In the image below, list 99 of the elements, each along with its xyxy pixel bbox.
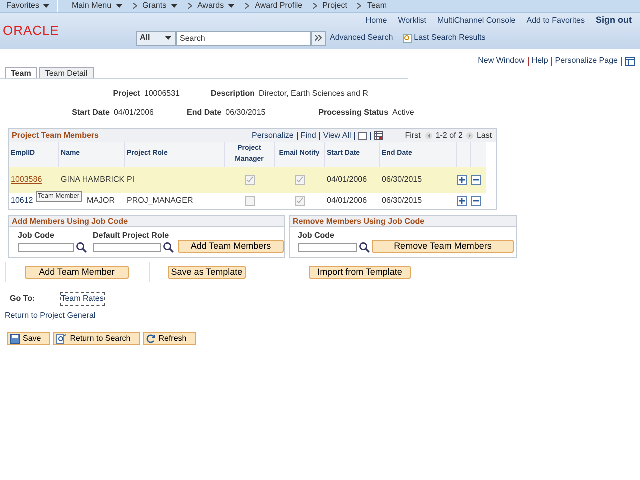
action-button[interactable]: Import from Template — [309, 266, 411, 278]
field-value: Active — [392, 107, 414, 119]
refresh-icon — [146, 334, 156, 344]
goto-label: Go To: — [10, 293, 36, 305]
add-row-button[interactable] — [457, 175, 467, 185]
job-code-field[interactable] — [298, 243, 357, 252]
project-role-field[interactable] — [93, 243, 161, 252]
plus-icon — [459, 177, 465, 183]
breadcrumb-link[interactable]: Main Menu — [72, 0, 123, 12]
floppy-icon — [10, 334, 20, 344]
chevron-icon — [312, 3, 317, 9]
page-link[interactable]: Help — [532, 55, 548, 67]
header-link[interactable]: MultiChannel Console — [437, 15, 516, 27]
breadcrumb-link[interactable]: Awards — [198, 0, 236, 12]
field-label: Default Project Role — [93, 230, 170, 242]
table-cell: 06/30/2015 — [380, 167, 457, 193]
search-page-icon — [56, 334, 68, 344]
chevron-icon — [245, 3, 250, 9]
grid-link[interactable]: Find — [300, 130, 316, 142]
field-value: 06/30/2015 — [226, 107, 266, 119]
toolbar-button[interactable]: Save — [7, 332, 50, 345]
field-label: Job Code — [18, 230, 56, 242]
team-rates-link[interactable]: Team Rates — [60, 292, 105, 306]
breadcrumb-link[interactable]: Team — [367, 0, 388, 12]
search-results-icon — [403, 34, 412, 42]
check-icon — [246, 176, 254, 184]
field-label: Project — [113, 88, 140, 100]
search-field[interactable]: Search — [176, 30, 311, 46]
minus-icon — [473, 198, 479, 204]
page-link[interactable]: Personalize Page — [555, 55, 618, 67]
field-label: End Date — [187, 107, 222, 119]
search-go-button[interactable] — [311, 30, 326, 46]
field-label: Start Date — [72, 107, 110, 119]
field-label: Description — [211, 88, 256, 100]
chevron-icon — [132, 3, 137, 9]
grid-link[interactable]: Personalize — [252, 130, 294, 142]
job-code-field[interactable] — [18, 243, 74, 252]
last-search-results-link[interactable]: Last Search Results — [414, 32, 486, 44]
checkbox[interactable] — [245, 175, 255, 185]
search-icon[interactable] — [163, 242, 174, 253]
toolbar-button[interactable]: Return to Search — [53, 332, 140, 345]
action-button[interactable]: Save as Template — [168, 266, 246, 278]
field-value: 10006531 — [144, 88, 180, 100]
tab[interactable]: Team — [5, 67, 38, 78]
check-icon — [296, 197, 304, 205]
checkbox[interactable] — [295, 196, 305, 206]
row-range: 1-2 of 2 — [436, 130, 463, 142]
search-scope-dropdown[interactable]: All — [136, 30, 176, 46]
panel-title: Add Members Using Job Code — [9, 216, 284, 227]
previous-icon[interactable] — [424, 132, 433, 140]
search-icon[interactable] — [76, 242, 87, 253]
page-link[interactable]: New Window — [478, 55, 525, 67]
first-link[interactable]: First — [405, 130, 421, 142]
double-chevron-icon — [315, 35, 322, 41]
return-link[interactable]: Return to Project General — [5, 310, 640, 322]
checkbox[interactable] — [295, 175, 305, 185]
caret-icon — [165, 36, 172, 40]
logo: ORACLE — [3, 22, 60, 40]
table-cell: 04/01/2006 — [325, 167, 380, 193]
panel-title: Remove Members Using Job Code — [290, 216, 516, 227]
check-icon — [296, 176, 304, 184]
header-link[interactable]: Home — [366, 15, 388, 27]
emplid-link[interactable]: 10612 — [11, 195, 34, 207]
breadcrumb-link[interactable]: Project — [322, 0, 348, 12]
header-link[interactable]: Add to Favorites — [526, 15, 585, 27]
download-icon[interactable] — [374, 131, 384, 140]
toolbar-button[interactable]: Refresh — [142, 332, 196, 345]
field-value: Director, Earth Sciences and R — [259, 88, 368, 100]
breadcrumb-link[interactable]: Award Profile — [255, 0, 303, 12]
table-cell: GINA HAMBRICK — [59, 167, 125, 193]
tab[interactable]: Team Detail — [39, 67, 94, 78]
add-row-button[interactable] — [457, 196, 467, 206]
header-link[interactable]: Worklist — [398, 15, 426, 27]
action-button[interactable]: Add Team Member — [25, 266, 129, 278]
action-button[interactable]: Add Team Members — [178, 240, 284, 253]
next-icon[interactable] — [466, 132, 474, 140]
breadcrumb-link[interactable]: Grants — [142, 0, 178, 12]
search-icon[interactable] — [359, 242, 370, 253]
last-link[interactable]: Last — [476, 130, 492, 142]
grid-title: Project Team Members — [12, 130, 100, 142]
advanced-search-link[interactable]: Advanced Search — [330, 32, 394, 44]
chevron-icon — [188, 3, 192, 9]
sign-out-link[interactable]: Sign out — [596, 14, 632, 28]
delete-row-button[interactable] — [471, 196, 481, 206]
minus-icon — [473, 177, 479, 183]
zoom-icon[interactable] — [358, 132, 368, 140]
chevron-icon — [357, 3, 362, 9]
grid-link[interactable]: View All — [323, 130, 352, 142]
emplid-link[interactable]: 1003586 — [11, 174, 42, 186]
field-label: Processing Status — [318, 107, 389, 119]
action-button[interactable]: Remove Team Members — [372, 240, 514, 253]
checkbox[interactable] — [245, 196, 255, 206]
field-label: Job Code — [298, 230, 336, 242]
delete-row-button[interactable] — [471, 175, 481, 185]
field-value: 04/01/2006 — [114, 107, 154, 119]
breadcrumb-link[interactable]: Favorites — [6, 0, 50, 12]
grid-icon[interactable] — [625, 56, 635, 66]
plus-icon — [459, 198, 465, 204]
table-cell: PI — [125, 167, 225, 193]
